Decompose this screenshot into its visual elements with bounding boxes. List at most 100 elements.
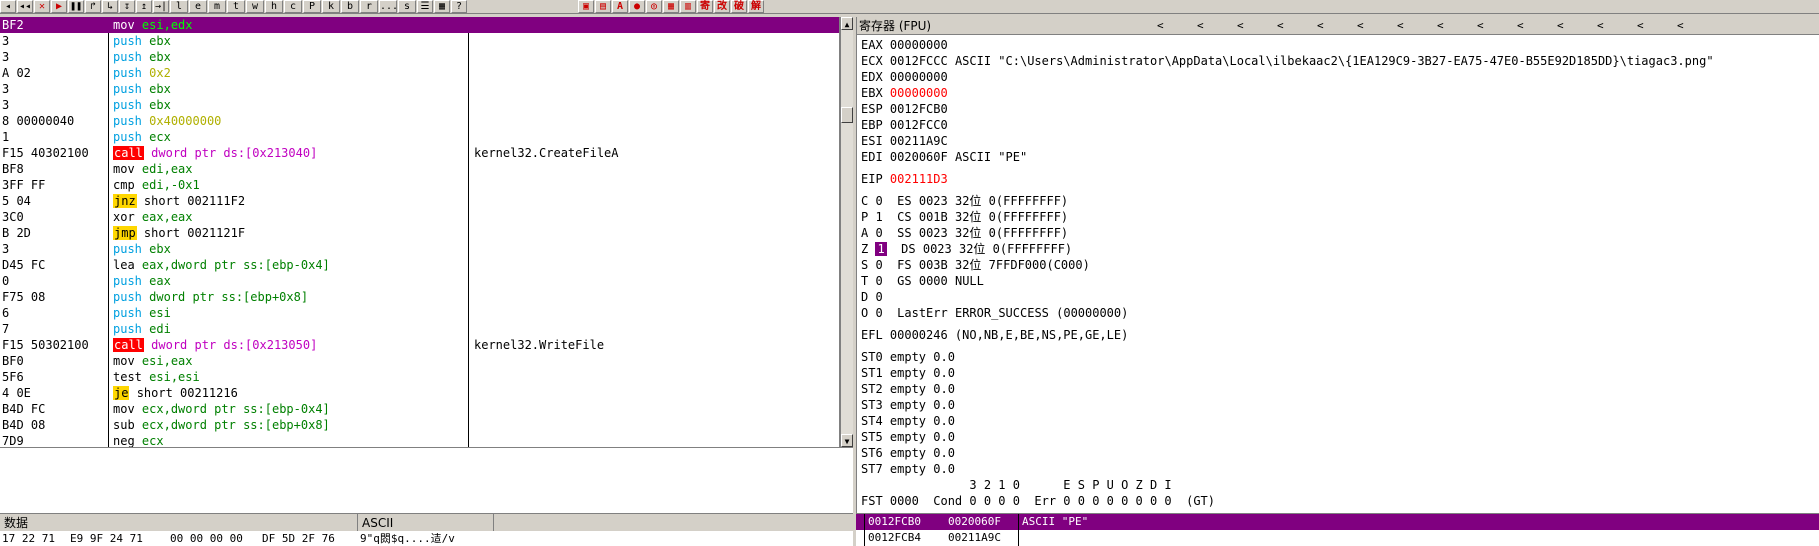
disasm-row[interactable]: D45 FC lea eax,dword ptr ss:[ebp-0x4]: [0, 257, 839, 273]
flag-row[interactable]: P 1 CS 001B 32位 0(FFFFFFFF): [857, 209, 1819, 225]
toolbar-button[interactable]: ...: [379, 0, 398, 13]
dump-row[interactable]: 17 22 71 E9 9F 24 71 00 00 00 00 DF 5D 2…: [0, 531, 853, 546]
toolbar-plugin-button[interactable]: ▤: [595, 0, 611, 13]
disasm-row[interactable]: F15 50302100 call dword ptr ds:[0x213050]…: [0, 337, 839, 353]
register-row[interactable]: EBP 0012FCC0: [857, 117, 1819, 133]
register-value[interactable]: 0012FCCC: [890, 54, 948, 68]
fpu-status-row[interactable]: FST 0000 Cond 0 0 0 0 Err 0 0 0 0 0 0 0 …: [857, 493, 1819, 509]
disasm-row[interactable]: B 2D jmp short 0021121F: [0, 225, 839, 241]
stack-row[interactable]: 0012FCB4 00211A9C: [856, 530, 1819, 546]
scroll-left-arrow-icon[interactable]: <: [1197, 17, 1204, 35]
disasm-row[interactable]: A 02 push 0x2: [0, 65, 839, 81]
fpu-register-row[interactable]: ST2 empty 0.0: [857, 381, 1819, 397]
fpu-register-row[interactable]: ST4 empty 0.0: [857, 413, 1819, 429]
scroll-left-arrow-icon[interactable]: <: [1477, 17, 1484, 35]
toolbar-plugin-button[interactable]: 解: [748, 0, 764, 13]
toolbar-button[interactable]: P: [303, 0, 321, 13]
dump-header-ascii[interactable]: ASCII: [358, 514, 494, 532]
disasm-row[interactable]: 1 push ecx: [0, 129, 839, 145]
flag-value[interactable]: 1: [875, 210, 882, 224]
scroll-left-arrow-icon[interactable]: <: [1357, 17, 1364, 35]
toolbar-button[interactable]: ◂◂: [17, 0, 33, 13]
fpu-register-row[interactable]: ST3 empty 0.0: [857, 397, 1819, 413]
flag-row[interactable]: O 0 LastErr ERROR_SUCCESS (00000000): [857, 305, 1819, 321]
register-value[interactable]: 0012FCB0: [890, 102, 948, 116]
toolbar-button[interactable]: ▦: [434, 0, 450, 13]
register-value[interactable]: 0020060F: [890, 150, 948, 164]
toolbar-button[interactable]: ✕: [34, 0, 50, 13]
toolbar-button[interactable]: s: [398, 0, 416, 13]
disasm-row[interactable]: 5F6 test esi,esi: [0, 369, 839, 385]
disasm-row[interactable]: 3 push ebx: [0, 33, 839, 49]
scroll-left-arrow-icon[interactable]: <: [1637, 17, 1644, 35]
toolbar-button[interactable]: e: [189, 0, 207, 13]
disasm-row[interactable]: 4 0E je short 00211216: [0, 385, 839, 401]
toolbar-button[interactable]: ☰: [417, 0, 433, 13]
scroll-left-arrow-icon[interactable]: <: [1397, 17, 1404, 35]
toolbar-plugin-button[interactable]: ▣: [578, 0, 594, 13]
toolbar-plugin-button[interactable]: 破: [731, 0, 747, 13]
toolbar-button[interactable]: k: [322, 0, 340, 13]
disasm-row[interactable]: F75 08 push dword ptr ss:[ebp+0x8]: [0, 289, 839, 305]
flag-value[interactable]: 1: [875, 242, 887, 256]
eflags-row[interactable]: EFL 00000246 (NO,NB,E,BE,NS,PE,GE,LE): [857, 327, 1819, 343]
fpu-register-row[interactable]: ST7 empty 0.0: [857, 461, 1819, 477]
flag-value[interactable]: 0: [875, 258, 882, 272]
disassembly-scrollbar[interactable]: ▲ ▼: [840, 17, 853, 447]
register-row[interactable]: EBX 00000000: [857, 85, 1819, 101]
fpu-register-row[interactable]: ST1 empty 0.0: [857, 365, 1819, 381]
register-value[interactable]: 00000000: [890, 86, 948, 100]
toolbar-plugin-button[interactable]: ▦: [663, 0, 679, 13]
flag-value[interactable]: 0: [875, 306, 882, 320]
dump-header-data[interactable]: 数据: [0, 514, 358, 532]
flag-row[interactable]: C 0 ES 0023 32位 0(FFFFFFFF): [857, 193, 1819, 209]
register-row[interactable]: EAX 00000000: [857, 37, 1819, 53]
flag-row[interactable]: A 0 SS 0023 32位 0(FFFFFFFF): [857, 225, 1819, 241]
flag-row[interactable]: T 0 GS 0000 NULL: [857, 273, 1819, 289]
register-row[interactable]: ESP 0012FCB0: [857, 101, 1819, 117]
disasm-row[interactable]: 7 push edi: [0, 321, 839, 337]
toolbar-plugin-button[interactable]: ●: [629, 0, 645, 13]
register-value[interactable]: 00000000: [890, 38, 948, 52]
toolbar-plugin-button[interactable]: ▥: [680, 0, 696, 13]
scroll-left-arrow-icon[interactable]: <: [1517, 17, 1524, 35]
disasm-row[interactable]: 3FF FF cmp edi,-0x1: [0, 177, 839, 193]
toolbar-button[interactable]: ?: [451, 0, 467, 13]
scroll-down-arrow-icon[interactable]: ▼: [841, 434, 853, 447]
toolbar-button[interactable]: r: [360, 0, 378, 13]
disasm-row[interactable]: 0 push eax: [0, 273, 839, 289]
register-row-eip[interactable]: EIP 002111D3: [857, 171, 1819, 187]
disasm-row[interactable]: 3 push ebx: [0, 49, 839, 65]
scroll-thumb[interactable]: [841, 107, 853, 123]
toolbar-button[interactable]: m: [208, 0, 226, 13]
disasm-row[interactable]: 5 04 jnz short 002111F2: [0, 193, 839, 209]
disasm-row[interactable]: 6 push esi: [0, 305, 839, 321]
toolbar-button[interactable]: ◂: [0, 0, 16, 13]
disasm-row[interactable]: BF2 mov esi,edx: [0, 17, 839, 33]
fpu-register-row[interactable]: ST6 empty 0.0: [857, 445, 1819, 461]
toolbar-plugin-button[interactable]: ◎: [646, 0, 662, 13]
toolbar-button[interactable]: w: [246, 0, 264, 13]
disasm-row[interactable]: 3 push ebx: [0, 97, 839, 113]
disasm-row[interactable]: 3 push ebx: [0, 81, 839, 97]
flag-value[interactable]: 0: [875, 274, 882, 288]
scroll-up-arrow-icon[interactable]: ▲: [841, 17, 853, 30]
registers-title-bar[interactable]: 寄存器 (FPU) < < < < < < < < < < < < < <: [857, 17, 1819, 35]
toolbar-button[interactable]: ↳: [102, 0, 118, 13]
disassembly-pane[interactable]: BF2 mov esi,edx 3 push ebx 3 push ebx A 02 push…: [0, 17, 840, 447]
toolbar-button[interactable]: h: [265, 0, 283, 13]
toolbar-button[interactable]: ▶: [51, 0, 67, 13]
toolbar-plugin-button[interactable]: A: [612, 0, 628, 13]
scroll-left-arrow-icon[interactable]: <: [1597, 17, 1604, 35]
scroll-left-arrow-icon[interactable]: <: [1677, 17, 1684, 35]
disasm-row[interactable]: 8 00000040 push 0x40000000: [0, 113, 839, 129]
scroll-left-arrow-icon[interactable]: <: [1277, 17, 1284, 35]
register-row[interactable]: ECX 0012FCCC ASCII "C:\Users\Administrat…: [857, 53, 1819, 69]
fpu-register-row[interactable]: ST5 empty 0.0: [857, 429, 1819, 445]
disasm-row[interactable]: 7D9 neg ecx: [0, 433, 839, 447]
register-value[interactable]: 00211A9C: [890, 134, 948, 148]
disasm-row[interactable]: B4D FC mov ecx,dword ptr ss:[ebp-0x4]: [0, 401, 839, 417]
toolbar-button[interactable]: ↱: [85, 0, 101, 13]
scroll-left-arrow-icon[interactable]: <: [1557, 17, 1564, 35]
toolbar-button[interactable]: ❚❚: [68, 0, 84, 13]
